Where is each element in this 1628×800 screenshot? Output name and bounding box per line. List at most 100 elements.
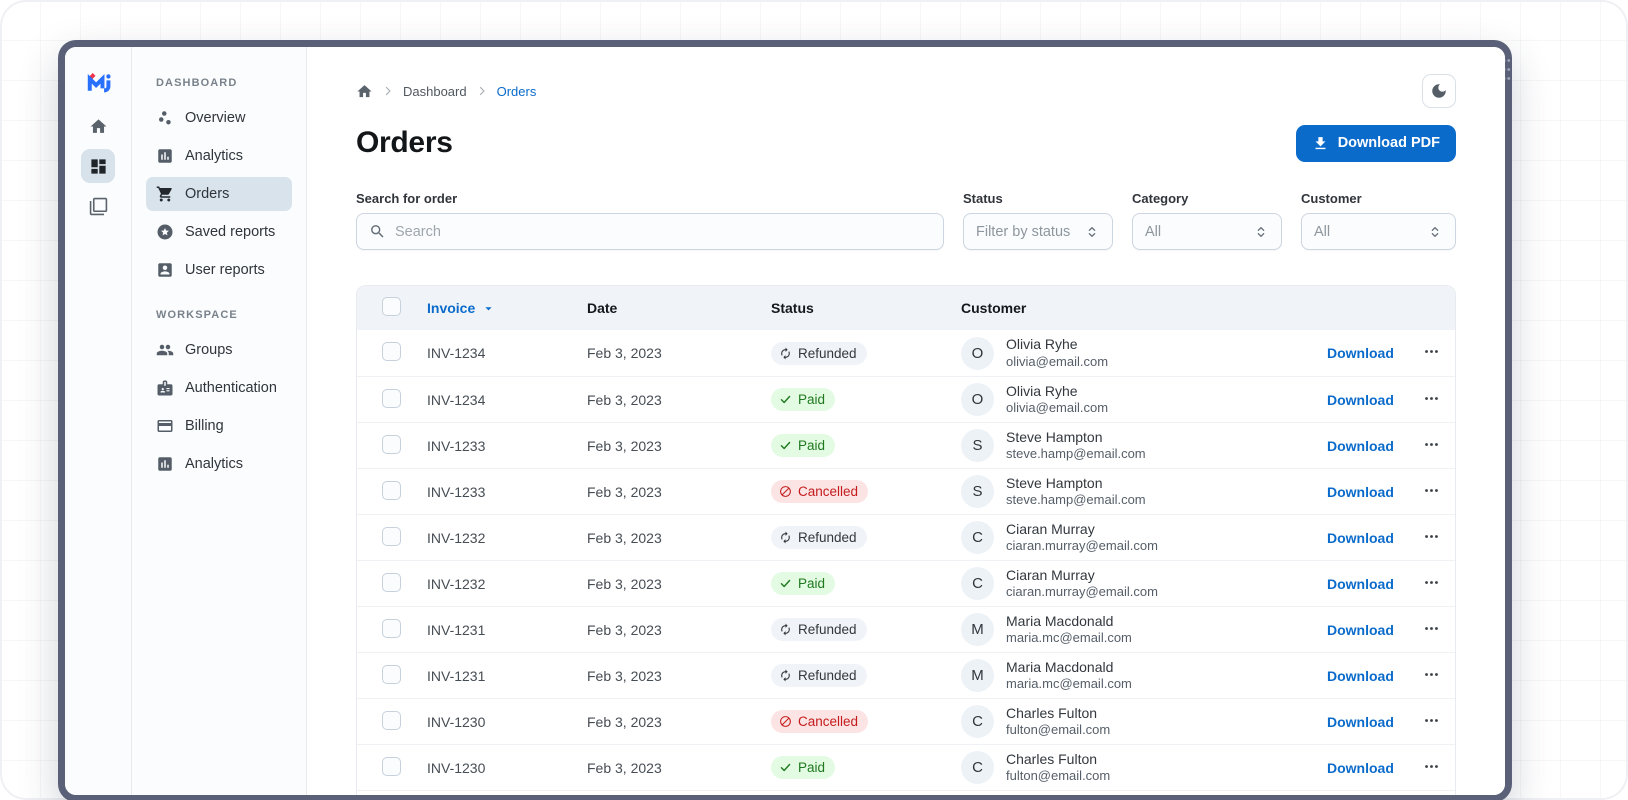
invoice-cell: INV-1233 [427, 437, 486, 454]
breadcrumb-orders[interactable]: Orders [497, 84, 537, 99]
row-checkbox[interactable] [382, 480, 401, 500]
chevron-right-icon [382, 85, 394, 97]
column-header-invoice[interactable]: Invoice [427, 300, 587, 316]
status-select[interactable]: Filter by status [963, 213, 1113, 250]
customer-filter: Customer All [1301, 191, 1456, 250]
home-icon[interactable] [356, 83, 373, 100]
ellipsis-icon[interactable] [1423, 390, 1440, 407]
date-cell: Feb 3, 2023 [587, 345, 662, 361]
category-select[interactable]: All [1132, 213, 1282, 250]
ellipsis-icon[interactable] [1423, 666, 1440, 683]
download-link[interactable]: Download [1327, 392, 1394, 408]
row-checkbox[interactable] [382, 572, 401, 592]
row-checkbox[interactable] [382, 664, 401, 684]
filters-row: Search for order Status Filter by status [356, 191, 1456, 250]
status-chip: Cancelled [771, 710, 869, 733]
row-checkbox[interactable] [382, 710, 401, 730]
row-checkbox[interactable] [382, 388, 401, 408]
refresh-icon [779, 531, 792, 544]
sidebar-item-user-reports[interactable]: User reports [146, 253, 292, 287]
table-body: INV-1234 Feb 3, 2023 Refunded O Olivia R… [357, 330, 1455, 795]
customer-name: Charles Fulton [1006, 750, 1098, 767]
main-content: Dashboard Orders Orders Download PDF Sea… [307, 47, 1505, 795]
date-cell: Feb 3, 2023 [587, 759, 662, 776]
customer-email: fulton@email.com [1006, 768, 1111, 784]
Charles Fulton: INV-1230 Feb 3, 2023 Cancelled C Charles… [357, 698, 1455, 744]
download-link[interactable]: Download [1327, 438, 1394, 454]
avatar: C [961, 705, 994, 738]
check-icon [779, 577, 792, 590]
rail-home-button[interactable] [81, 109, 115, 143]
download-link[interactable]: Download [1327, 668, 1394, 684]
page-header: Orders Download PDF [356, 123, 1456, 163]
invoice-cell: INV-1230 [427, 713, 486, 730]
download-link[interactable]: Download [1327, 760, 1394, 776]
download-link[interactable]: Download [1327, 714, 1394, 730]
ellipsis-icon[interactable] [1423, 758, 1440, 775]
invoice-cell: INV-1231 [427, 667, 486, 684]
sidebar-item-saved-reports[interactable]: Saved reports [146, 215, 292, 249]
avatar: O [961, 336, 994, 370]
ellipsis-icon[interactable] [1423, 528, 1440, 545]
chevron-right-icon [476, 85, 488, 97]
refresh-icon [779, 623, 792, 636]
sidebar-item-analytics-2[interactable]: Analytics [146, 447, 292, 481]
download-pdf-button[interactable]: Download PDF [1295, 124, 1456, 162]
sidebar-item-groups[interactable]: Groups [146, 333, 292, 367]
Steve Hampton: INV-1233 Feb 3, 2023 Cancelled S Steve H… [357, 468, 1455, 514]
avatar: C [961, 751, 994, 784]
sidebar-item-overview[interactable]: Overview [146, 101, 292, 135]
ellipsis-icon[interactable] [1423, 436, 1440, 453]
sidebar-item-authentication[interactable]: Authentication [146, 371, 292, 405]
breadcrumb: Dashboard Orders [356, 83, 536, 100]
search-input[interactable] [395, 223, 931, 240]
moon-icon [1430, 82, 1448, 100]
ellipsis-icon[interactable] [1423, 482, 1440, 499]
cart-icon [156, 185, 174, 203]
avatar: M [961, 613, 994, 646]
invoice-cell: INV-1232 [427, 575, 486, 592]
sidebar-item-billing[interactable]: Billing [146, 409, 292, 443]
status-label: Cancelled [798, 714, 859, 729]
row-checkbox[interactable] [382, 526, 401, 546]
bar-square-icon [156, 147, 174, 165]
unfold-icon [1084, 224, 1100, 240]
breadcrumb-dashboard[interactable]: Dashboard [403, 84, 467, 99]
category-select-value: All [1145, 223, 1162, 240]
status-label: Paid [798, 576, 826, 591]
download-link[interactable]: Download [1327, 530, 1394, 546]
sidebar-item-orders[interactable]: Orders [146, 177, 292, 211]
ellipsis-icon[interactable] [1423, 620, 1440, 637]
row-checkbox[interactable] [382, 618, 401, 638]
Olivia Ryhe: INV-1234 Feb 3, 2023 Refunded O Olivia R… [357, 330, 1455, 376]
invoice-cell: INV-1233 [427, 483, 486, 500]
customer-name: Olivia Ryhe [1006, 382, 1078, 399]
ellipsis-icon[interactable] [1423, 574, 1440, 591]
customer-name: Maria Macdonald [1006, 658, 1114, 675]
sidebar-item-analytics[interactable]: Analytics [146, 139, 292, 173]
row-checkbox[interactable] [382, 756, 401, 776]
row-checkbox[interactable] [382, 342, 401, 361]
rail-dashboard-button[interactable] [81, 149, 115, 183]
select-all-checkbox[interactable] [382, 297, 401, 316]
download-link[interactable]: Download [1327, 345, 1394, 361]
page-title: Orders [356, 126, 453, 159]
invoice-cell: INV-1232 [427, 529, 486, 546]
ellipsis-icon[interactable] [1423, 343, 1440, 360]
download-link[interactable]: Download [1327, 484, 1394, 500]
download-link[interactable]: Download [1327, 622, 1394, 638]
invoice-cell: INV-1234 [427, 345, 486, 361]
download-link[interactable]: Download [1327, 576, 1394, 592]
row-checkbox[interactable] [382, 434, 401, 454]
customer-select[interactable]: All [1301, 213, 1456, 250]
customer-email: olivia@email.com [1006, 353, 1109, 369]
ellipsis-icon[interactable] [1423, 712, 1440, 729]
theme-toggle-button[interactable] [1422, 74, 1456, 108]
rail-layers-button[interactable] [81, 189, 115, 223]
status-label: Cancelled [798, 484, 859, 499]
avatar: O [961, 383, 994, 416]
status-label: Refunded [798, 530, 857, 545]
refresh-icon [779, 669, 792, 682]
status-chip: Cancelled [771, 480, 869, 503]
customer-name: Ciaran Murray [1006, 520, 1095, 537]
